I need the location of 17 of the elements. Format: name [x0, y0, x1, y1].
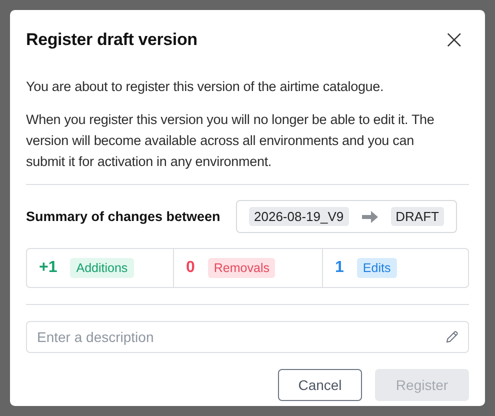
close-button[interactable]: × — [439, 27, 469, 53]
change-count: +1 — [39, 259, 58, 277]
arrow-icon — [360, 210, 379, 224]
change-count: 1 — [335, 259, 344, 277]
change-chip: Removals — [208, 258, 276, 278]
change-count: 0 — [186, 259, 195, 277]
pencil-icon — [445, 330, 459, 344]
version-tag: DRAFT — [390, 207, 444, 226]
cancel-button[interactable]: Cancel — [278, 369, 362, 401]
dialog-text: When you register this version you will no longer be able to edit it. The version will become available across all environments and you can submit it for activation in any environment. — [26, 111, 436, 171]
change-chip: Additions — [70, 258, 134, 278]
version-tag: 2026-08-19_V9 — [249, 207, 349, 226]
dialog-title: Register draft version — [26, 30, 198, 50]
change-chip: Edits — [356, 258, 397, 278]
summary-label: Summary of changes between — [26, 209, 220, 224]
description-field[interactable]: Enter a description — [26, 321, 469, 353]
dialog-text: You are about to register this version of the airtime catalogue. — [26, 78, 385, 96]
